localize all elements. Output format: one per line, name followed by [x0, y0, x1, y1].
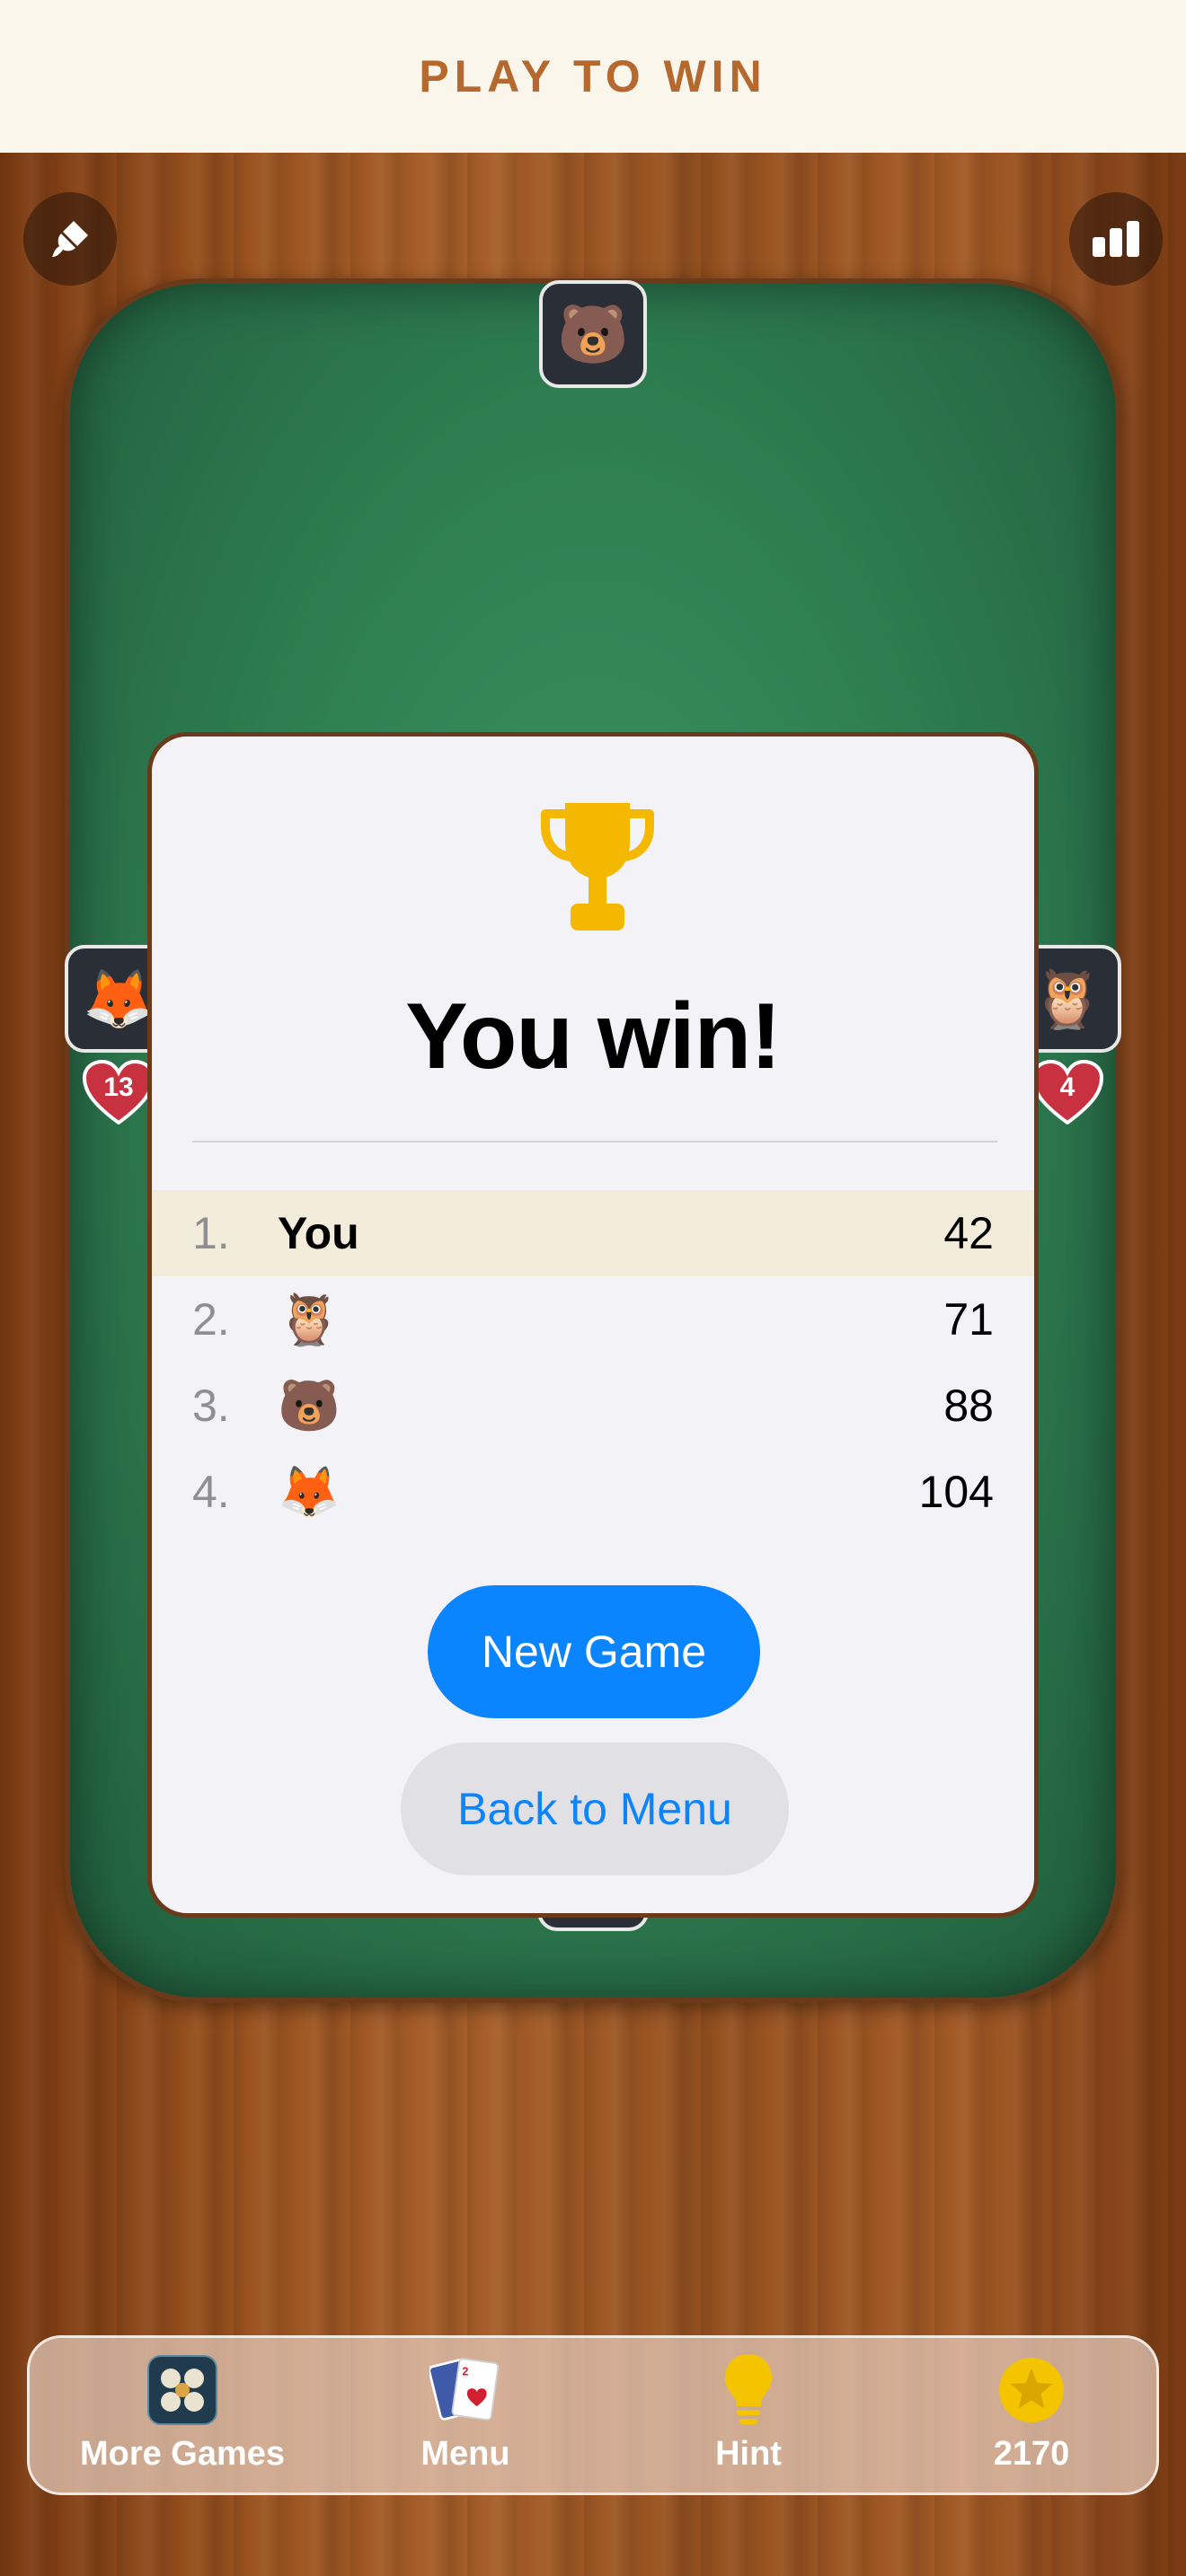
trophy-icon [541, 803, 654, 931]
bottom-dock: More Games 2 Menu Hint 2170 [27, 2335, 1159, 2495]
player-score: 104 [918, 1467, 994, 1517]
word-game-icon [146, 2354, 218, 2426]
theme-button[interactable] [23, 192, 117, 286]
paintbrush-icon [52, 221, 88, 257]
rank-label: 4. [192, 1467, 230, 1517]
left-lives-count: 13 [103, 1072, 134, 1102]
result-row-1: 1. You 42 [152, 1190, 1034, 1276]
page-title: PLAY TO WIN [419, 51, 767, 101]
results-dialog: You win! 1. You 42 2. 🦉 71 3. 🐻 88 4. 🦊 … [147, 732, 1039, 1918]
left-player-lives: 13 [82, 1059, 155, 1125]
owl-avatar: 🦉 [278, 1291, 341, 1347]
bear-avatar: 🐻 [278, 1377, 341, 1434]
player-name: You [278, 1208, 359, 1258]
star-coin-icon [996, 2354, 1067, 2426]
result-row-3: 3. 🐻 88 [152, 1363, 1034, 1449]
result-title: You win! [405, 984, 782, 1089]
player-score: 42 [943, 1208, 994, 1258]
player-score: 88 [943, 1381, 994, 1431]
top-bar: PLAY TO WIN [0, 0, 1186, 153]
stats-button[interactable] [1069, 192, 1163, 286]
result-row-2: 2. 🦉 71 [152, 1276, 1034, 1363]
bar-chart-icon [1093, 221, 1139, 257]
rank-label: 1. [192, 1208, 230, 1258]
lightbulb-icon [712, 2354, 784, 2426]
fox-avatar: 🦊 [278, 1463, 341, 1520]
new-game-button[interactable]: New Game [428, 1585, 760, 1718]
top-player-avatar: 🐻 [539, 280, 647, 388]
right-lives-count: 4 [1059, 1072, 1075, 1102]
right-player-lives: 4 [1031, 1059, 1104, 1125]
menu-button[interactable]: 2 Menu [340, 2338, 591, 2498]
coins-button[interactable]: 2170 [906, 2338, 1157, 2498]
more-games-label: More Games [79, 2435, 286, 2473]
more-games-button[interactable]: More Games [57, 2338, 308, 2498]
menu-label: Menu [420, 2435, 510, 2473]
svg-text:2: 2 [462, 2365, 468, 2378]
hint-button[interactable]: Hint [623, 2338, 874, 2498]
playing-cards-icon: 2 [429, 2354, 501, 2426]
player-score: 71 [943, 1294, 994, 1345]
rank-label: 3. [192, 1381, 230, 1431]
divider [192, 1141, 997, 1142]
coins-count: 2170 [993, 2435, 1070, 2473]
back-to-menu-button[interactable]: Back to Menu [401, 1742, 789, 1875]
hint-label: Hint [715, 2435, 782, 2473]
rank-label: 2. [192, 1294, 230, 1345]
result-row-4: 4. 🦊 104 [152, 1449, 1034, 1535]
